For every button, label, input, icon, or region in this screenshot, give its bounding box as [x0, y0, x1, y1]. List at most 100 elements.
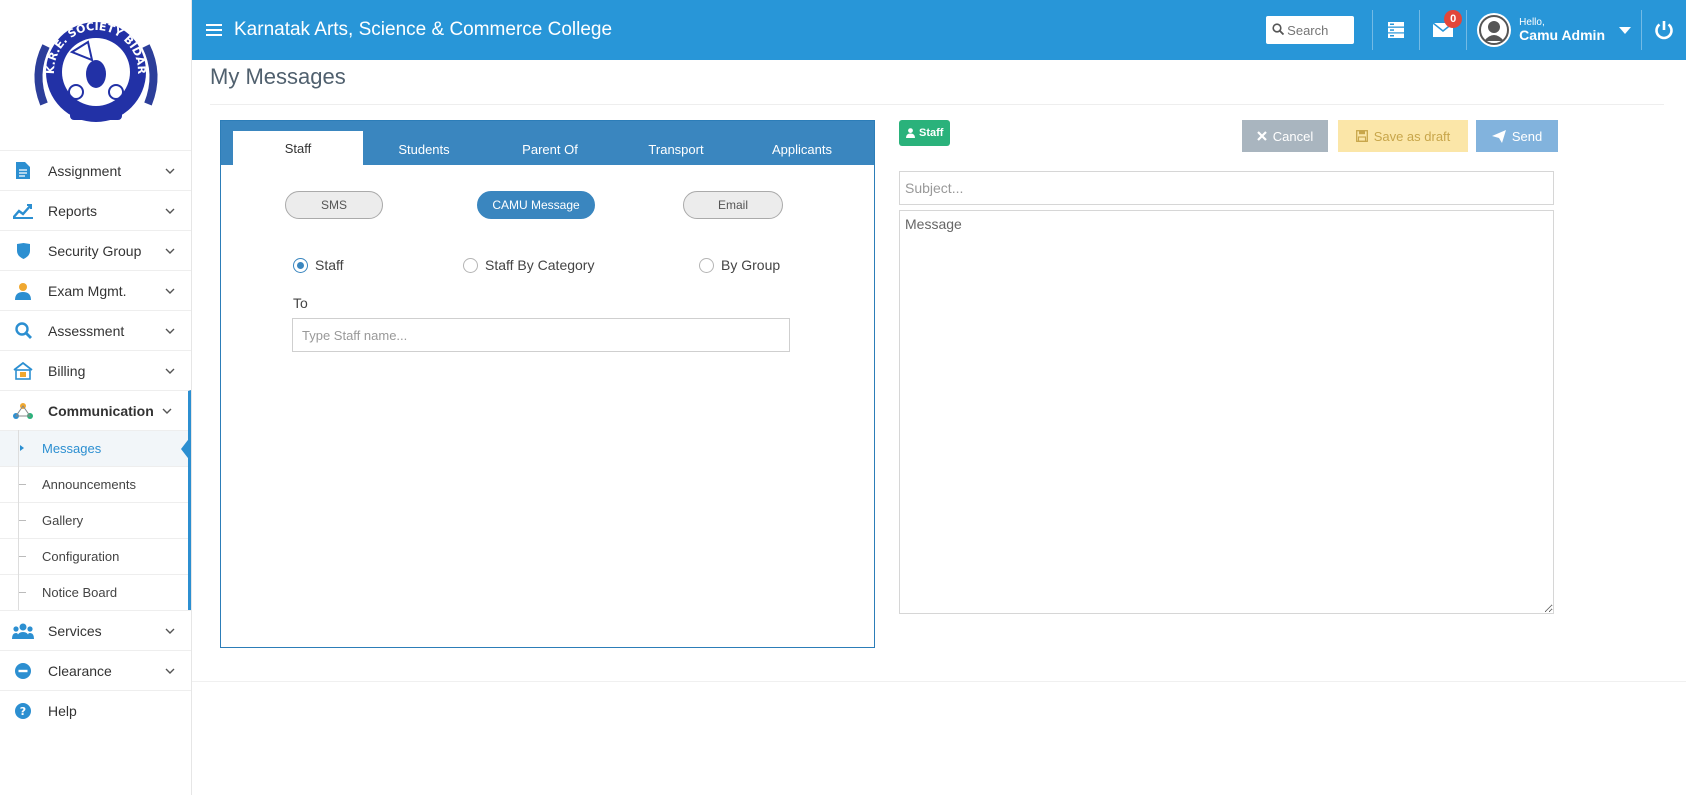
sidebar-item-assignment[interactable]: Assignment: [0, 150, 191, 190]
user-icon: [906, 128, 915, 138]
to-label: To: [293, 295, 308, 311]
recipient-mode: Staff Staff By Category By Group: [293, 257, 793, 277]
sidebar-item-clearance[interactable]: Clearance: [0, 650, 191, 690]
help-icon: ?: [12, 701, 34, 721]
search-icon: [1272, 22, 1285, 38]
document-icon: [12, 161, 34, 181]
message-textarea[interactable]: [899, 210, 1554, 614]
sidebar-item-label: Assignment: [48, 162, 122, 179]
radio-unchecked-icon: [699, 257, 714, 273]
sidebar-item-label: Clearance: [48, 662, 112, 679]
staff-tag-label: Staff: [919, 127, 944, 139]
divider: [210, 104, 1664, 105]
caret-right-icon: [18, 430, 26, 466]
sidebar-subitem-configuration[interactable]: Configuration: [0, 538, 188, 574]
server-button[interactable]: [1373, 0, 1419, 60]
radio-label: By Group: [721, 257, 781, 273]
sidebar-item-label: Services: [48, 622, 102, 639]
server-icon: [1388, 22, 1405, 38]
sidebar-subitem-notice-board[interactable]: Notice Board: [0, 574, 188, 610]
billing-house-icon: [12, 361, 34, 381]
chart-trend-icon: [12, 201, 34, 221]
tree-line-icon: [18, 466, 26, 502]
email-button[interactable]: Email: [683, 191, 783, 219]
save-icon: [1355, 130, 1368, 142]
search-icon: [12, 321, 34, 341]
search-input[interactable]: [1287, 22, 1346, 38]
communication-submenu: Messages Announcements Gallery Configura…: [0, 430, 191, 610]
svg-text:?: ?: [20, 705, 26, 718]
radio-staff-by-category[interactable]: Staff By Category: [463, 257, 594, 273]
sidebar-item-exam-mgmt[interactable]: Exam Mgmt.: [0, 270, 191, 310]
user-avatar-icon: [1479, 15, 1510, 45]
sidebar-item-label: Billing: [48, 362, 86, 379]
tab-students[interactable]: Students: [359, 133, 489, 165]
sidebar-item-label: Reports: [48, 202, 98, 219]
tree-line-icon: [18, 574, 26, 610]
top-bar: Karnatak Arts, Science & Commerce Colleg…: [192, 0, 1686, 60]
sidebar-subitem-announcements[interactable]: Announcements: [0, 466, 188, 502]
page-title: My Messages: [210, 64, 346, 89]
student-icon: [12, 281, 34, 301]
sidebar-subitem-gallery[interactable]: Gallery: [0, 502, 188, 538]
chevron-down-icon: [161, 628, 179, 634]
radio-by-group[interactable]: By Group: [699, 257, 780, 273]
menu-toggle-icon[interactable]: [206, 24, 222, 36]
user-menu[interactable]: Hello, Camu Admin: [1467, 0, 1641, 60]
sms-button[interactable]: SMS: [285, 191, 383, 219]
tree-line-icon: [18, 538, 26, 574]
sidebar-item-label: Communication: [48, 402, 154, 419]
users-group-icon: [12, 621, 34, 641]
channel-selector: SMS CAMU Message Email: [285, 191, 785, 221]
send-label: Send: [1511, 128, 1543, 144]
chevron-down-icon: [161, 288, 179, 294]
sidebar-subitem-label: Notice Board: [42, 585, 118, 600]
sidebar-item-label: Security Group: [48, 242, 142, 259]
tab-parent-of[interactable]: Parent Of: [485, 133, 615, 165]
chevron-down-icon: [158, 408, 176, 414]
mail-count-badge: 0: [1444, 10, 1463, 28]
sidebar-subitem-label: Messages: [42, 441, 102, 456]
tab-staff[interactable]: Staff: [233, 131, 363, 165]
camu-message-button[interactable]: CAMU Message: [477, 191, 595, 219]
chevron-down-icon: [161, 248, 179, 254]
app-title: Karnatak Arts, Science & Commerce Colleg…: [234, 19, 613, 40]
avatar: [1477, 13, 1512, 47]
sidebar-subitem-label: Gallery: [42, 513, 84, 528]
save-draft-label: Save as draft: [1373, 128, 1451, 144]
sidebar-item-billing[interactable]: Billing: [0, 350, 191, 390]
staff-tag: Staff: [899, 120, 951, 146]
staff-name-input[interactable]: [292, 318, 790, 352]
sidebar-subitem-messages[interactable]: Messages: [0, 430, 191, 466]
cancel-label: Cancel: [1272, 128, 1314, 144]
sidebar-item-label: Exam Mgmt.: [48, 282, 127, 299]
paper-plane-icon: [1491, 129, 1506, 143]
sidebar-item-label: Assessment: [48, 322, 125, 339]
subject-input[interactable]: [899, 171, 1554, 205]
sidebar-item-help[interactable]: ? Help: [0, 690, 191, 730]
sidebar-item-services[interactable]: Services: [0, 610, 191, 650]
college-emblem-icon: K.R.E. SOCIETY BIDAR: [34, 20, 157, 122]
tab-applicants[interactable]: Applicants: [737, 133, 867, 165]
mail-button[interactable]: 0: [1420, 0, 1466, 60]
sidebar-item-assessment[interactable]: Assessment: [0, 310, 191, 350]
send-button[interactable]: Send: [1476, 120, 1558, 152]
divider: [192, 681, 1686, 682]
logo[interactable]: K.R.E. SOCIETY BIDAR: [0, 0, 191, 150]
network-icon: [12, 401, 34, 421]
radio-label: Staff By Category: [485, 257, 595, 273]
chevron-down-icon: [161, 368, 179, 374]
cancel-button[interactable]: Cancel: [1242, 120, 1328, 152]
search-box[interactable]: [1266, 16, 1355, 44]
sidebar-item-reports[interactable]: Reports: [0, 190, 191, 230]
sidebar-item-label: Help: [48, 702, 77, 719]
chevron-down-icon: [161, 168, 179, 174]
sidebar-item-security-group[interactable]: Security Group: [0, 230, 191, 270]
save-draft-button[interactable]: Save as draft: [1338, 120, 1468, 152]
sidebar-item-communication[interactable]: Communication: [0, 390, 191, 430]
sidebar-subitem-label: Announcements: [42, 477, 136, 492]
radio-staff[interactable]: Staff: [293, 257, 344, 273]
tab-transport[interactable]: Transport: [611, 133, 741, 165]
logout-button[interactable]: [1642, 20, 1686, 40]
radio-label: Staff: [315, 257, 344, 273]
